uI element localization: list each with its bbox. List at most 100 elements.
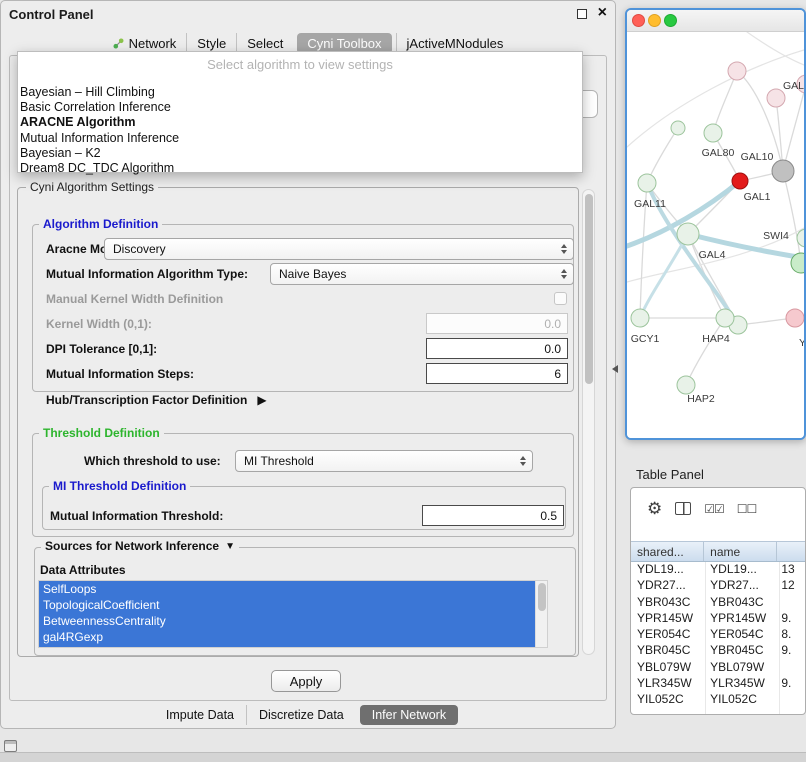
network-node[interactable] xyxy=(704,124,722,142)
mi-steps-input[interactable]: 6 xyxy=(426,363,568,384)
table-row[interactable]: YBR045C YBR045C 9. xyxy=(631,643,805,659)
table-row[interactable]: YER054C YER054C 8. xyxy=(631,627,805,643)
cell: YDL19... xyxy=(704,562,777,578)
cell xyxy=(777,692,805,708)
network-node[interactable] xyxy=(631,309,649,327)
close-traffic-button[interactable] xyxy=(632,14,645,27)
network-node[interactable] xyxy=(671,121,685,135)
tab-discretize-data[interactable]: Discretize Data xyxy=(246,705,356,725)
table-row[interactable]: YBL079W YBL079W xyxy=(631,660,805,676)
threshold-definition-title: Threshold Definition xyxy=(39,426,164,440)
sources-title: Sources for Network Inference xyxy=(45,539,219,553)
network-canvas[interactable]: GALGAL80GAL10GAL1GAL11SWI4GAL4GCY1HAP4HA… xyxy=(627,32,804,438)
zoom-traffic-button[interactable] xyxy=(664,14,677,27)
dropdown-option[interactable]: Mutual Information Inference xyxy=(18,131,582,146)
table-row[interactable]: YBR043C YBR043C xyxy=(631,595,805,611)
network-node[interactable] xyxy=(786,309,804,327)
sources-toggle[interactable]: Sources for Network Inference ▼ xyxy=(41,539,239,553)
combo-arrows-icon xyxy=(561,269,567,279)
mi-threshold-label: Mutual Information Threshold: xyxy=(50,509,223,523)
table-panel-window: ⚙ ☑☑ ☐☐ shared... name YDL19... YDL19...… xyxy=(630,487,806,715)
network-node-label: GAL1 xyxy=(744,191,771,203)
network-canvas-container[interactable]: GALGAL80GAL10GAL1GAL11SWI4GAL4GCY1HAP4HA… xyxy=(627,32,804,438)
attribute-item-selected[interactable]: SelfLoops xyxy=(39,581,535,597)
float-window-icon[interactable] xyxy=(577,9,587,19)
data-attributes-list[interactable]: SelfLoops TopologicalCoefficient Between… xyxy=(38,580,548,648)
table-header: shared... name xyxy=(631,541,805,562)
cell: YBL079W xyxy=(631,660,704,676)
mi-steps-label: Mutual Information Steps: xyxy=(46,367,194,381)
network-node-label: GCY1 xyxy=(631,333,660,345)
dpi-tolerance-input[interactable]: 0.0 xyxy=(426,338,568,359)
minimize-traffic-button[interactable] xyxy=(648,14,661,27)
cell: YBR045C xyxy=(631,643,704,659)
manual-kernel-checkbox[interactable] xyxy=(554,292,567,305)
apply-button[interactable]: Apply xyxy=(271,670,341,692)
gear-icon[interactable]: ⚙ xyxy=(647,500,662,517)
network-node-label: SWI4 xyxy=(763,230,789,242)
network-view-window[interactable]: GALGAL80GAL10GAL1GAL11SWI4GAL4GCY1HAP4HA… xyxy=(625,8,806,440)
scrollbar-thumb[interactable] xyxy=(538,583,546,611)
expanded-arrow-icon: ▼ xyxy=(225,541,235,552)
mi-threshold-input[interactable]: 0.5 xyxy=(422,505,564,526)
table-body[interactable]: YDL19... YDL19... 13 YDR27... YDR27... 1… xyxy=(631,562,805,714)
splitter-collapse-handle[interactable] xyxy=(612,365,618,373)
network-node[interactable] xyxy=(728,62,746,80)
algorithm-definition-title: Algorithm Definition xyxy=(39,217,162,231)
clear-all-checkboxes-icon[interactable]: ☐☐ xyxy=(737,502,757,516)
hub-definition-toggle[interactable]: Hub/Transcription Factor Definition ▶ xyxy=(46,393,267,407)
attribute-list-scrollbar[interactable] xyxy=(535,581,547,647)
cell: YBR043C xyxy=(704,595,777,611)
select-all-checkboxes-icon[interactable]: ☑☑ xyxy=(704,502,724,516)
network-node[interactable] xyxy=(638,174,656,192)
data-attributes-label: Data Attributes xyxy=(40,563,126,577)
network-node[interactable] xyxy=(772,160,794,182)
network-window-titlebar[interactable] xyxy=(627,10,804,32)
tab-impute-data[interactable]: Impute Data xyxy=(154,705,246,725)
table-row[interactable]: YLR345W YLR345W 9. xyxy=(631,676,805,692)
dropdown-prompt: Select algorithm to view settings xyxy=(18,57,582,72)
attribute-item-selected[interactable]: TopologicalCoefficient xyxy=(39,597,535,613)
close-window-icon[interactable]: × xyxy=(598,4,607,22)
cell: 13 xyxy=(777,562,805,578)
table-row[interactable]: YPR145W YPR145W 9. xyxy=(631,611,805,627)
column-header-shared-name[interactable]: shared... xyxy=(631,542,704,561)
table-row[interactable]: YDR27... YDR27... 12 xyxy=(631,578,805,594)
mi-type-select[interactable]: Naive Bayes xyxy=(270,263,574,285)
dropdown-option-selected[interactable]: ARACNE Algorithm xyxy=(18,115,582,130)
settings-scrollbar[interactable] xyxy=(582,189,595,655)
network-node[interactable] xyxy=(716,309,734,327)
dropdown-option[interactable]: Dream8 DC_TDC Algorithm xyxy=(18,161,582,176)
network-node[interactable] xyxy=(732,173,748,189)
table-row[interactable]: YIL052C YIL052C xyxy=(631,692,805,708)
minimized-panel-icon[interactable] xyxy=(4,740,17,752)
aracne-mode-select[interactable]: Discovery xyxy=(104,238,574,260)
which-threshold-select[interactable]: MI Threshold xyxy=(235,450,533,472)
dropdown-option[interactable]: Bayesian – Hill Climbing xyxy=(18,85,582,100)
cell: YPR145W xyxy=(631,611,704,627)
dropdown-option[interactable]: Bayesian – K2 xyxy=(18,146,582,161)
columns-icon[interactable] xyxy=(675,502,691,515)
network-node[interactable] xyxy=(677,376,695,394)
cell: 12 xyxy=(777,578,805,594)
dropdown-option[interactable]: Basic Correlation Inference xyxy=(18,100,582,115)
scrollbar-thumb[interactable] xyxy=(585,194,593,384)
partially-visible-selected-row xyxy=(39,645,535,648)
network-node[interactable] xyxy=(677,223,699,245)
bottom-tab-bar: Impute Data Discretize Data Infer Networ… xyxy=(1,703,615,727)
column-header-name[interactable]: name xyxy=(704,542,777,561)
cell xyxy=(777,660,805,676)
network-edge xyxy=(783,84,804,171)
column-header-clipped[interactable] xyxy=(777,542,805,561)
network-edge xyxy=(640,234,688,318)
table-row[interactable]: YDL19... YDL19... 13 xyxy=(631,562,805,578)
cell: YLR345W xyxy=(704,676,777,692)
network-node-label: HAP4 xyxy=(702,333,730,345)
attribute-item-selected[interactable]: gal4RGexp xyxy=(39,629,535,645)
mi-type-label: Mutual Information Algorithm Type: xyxy=(46,267,248,281)
attribute-item-selected[interactable]: BetweennessCentrality xyxy=(39,613,535,629)
tab-infer-network[interactable]: Infer Network xyxy=(360,705,458,725)
cell: YER054C xyxy=(704,627,777,643)
control-panel-titlebar[interactable]: Control Panel × xyxy=(1,1,615,27)
cell: YDR27... xyxy=(704,578,777,594)
